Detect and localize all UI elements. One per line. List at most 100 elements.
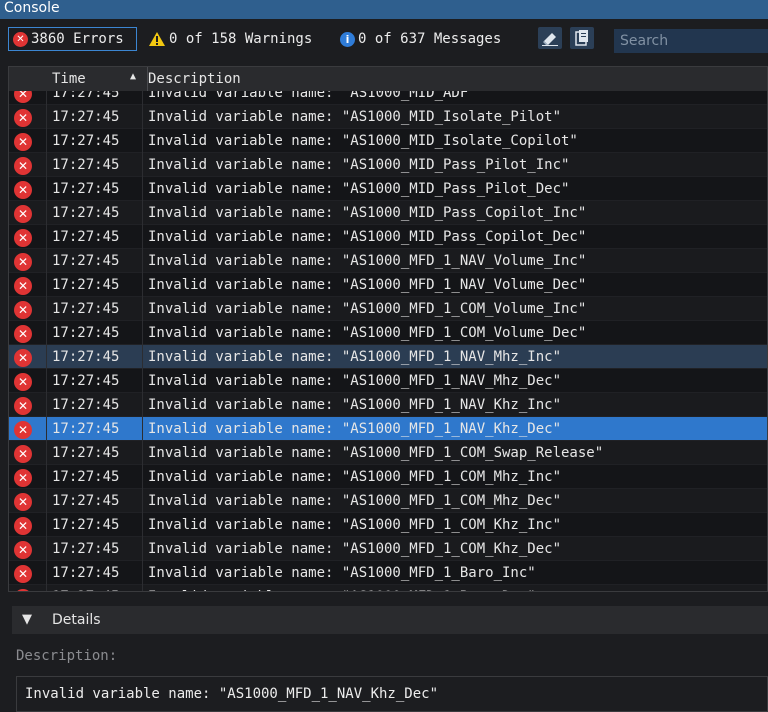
table-row[interactable]: ✕ 17:27:45 Invalid variable name: "AS1000_… [9, 561, 767, 585]
column-divider [142, 417, 143, 441]
row-time: 17:27:45 [52, 301, 120, 317]
table-row[interactable]: ✕ 17:27:45 Invalid variable name: "AS1000_… [9, 129, 767, 153]
column-divider [46, 369, 47, 393]
table-row[interactable]: ✕ 17:27:45 Invalid variable name: "AS1000_… [9, 201, 767, 225]
row-description: Invalid variable name: "AS1000_MID_Isola… [148, 109, 562, 125]
error-icon: ✕ [14, 469, 32, 487]
column-divider [46, 153, 47, 177]
table-row-selected[interactable]: ✕ 17:27:45 Invalid variable name: "AS1000_… [9, 417, 767, 441]
row-description: Invalid variable name: "AS1000_MID_Pass_… [148, 157, 570, 173]
description-value[interactable]: Invalid variable name: "AS1000_MFD_1_NAV… [16, 676, 768, 712]
table-row[interactable]: ✕ 17:27:45 Invalid variable name: "AS1000_… [9, 345, 767, 369]
log-table: ✕ 17:27:45 Invalid variable name: "AS1000_… [8, 66, 768, 592]
error-icon: ✕ [14, 133, 32, 151]
column-divider [142, 537, 143, 561]
table-header: Time ▲ Description [9, 67, 767, 91]
table-row[interactable]: ✕ 17:27:45 Invalid variable name: "AS1000_… [9, 177, 767, 201]
table-row[interactable]: ✕ 17:27:45 Invalid variable name: "AS1000_… [9, 273, 767, 297]
table-row[interactable]: ✕ 17:27:45 Invalid variable name: "AS1000_… [9, 393, 767, 417]
row-description: Invalid variable name: "AS1000_MFD_1_COM… [148, 493, 562, 509]
table-row[interactable]: ✕ 17:27:45 Invalid variable name: "AS1000_… [9, 249, 767, 273]
column-divider [142, 273, 143, 297]
description-label: Description: [16, 648, 118, 664]
table-row[interactable]: ✕ 17:27:45 Invalid variable name: "AS1000_… [9, 369, 767, 393]
row-time: 17:27:45 [52, 205, 120, 221]
column-divider [142, 153, 143, 177]
column-divider [46, 201, 47, 225]
column-divider [142, 369, 143, 393]
row-time: 17:27:45 [52, 445, 120, 461]
row-time: 17:27:45 [52, 373, 120, 389]
row-time: 17:27:45 [52, 253, 120, 269]
table-row[interactable]: ✕ 17:27:45 Invalid variable name: "AS1000_… [9, 441, 767, 465]
table-row[interactable]: ✕ 17:27:45 Invalid variable name: "AS1000_… [9, 153, 767, 177]
row-description: Invalid variable name: "AS1000_MFD_1_COM… [148, 445, 604, 461]
column-divider [142, 585, 143, 591]
toolbar: ✕ 3860 Errors 0 of 158 Warnings i 0 of 6… [0, 19, 768, 66]
table-row[interactable]: ✕ 17:27:45 Invalid variable name: "AS1000_… [9, 585, 767, 591]
row-description: Invalid variable name: "AS1000_MID_Pass_… [148, 205, 587, 221]
description-column-header[interactable]: Description [147, 67, 241, 91]
row-time: 17:27:45 [52, 421, 120, 437]
error-icon: ✕ [13, 31, 28, 47]
column-divider [142, 297, 143, 321]
row-description: Invalid variable name: "AS1000_MFD_1_NAV… [148, 421, 562, 437]
column-divider [142, 489, 143, 513]
row-time: 17:27:45 [52, 585, 119, 591]
row-description: Invalid variable name: "AS1000_MFD_1_NAV… [148, 253, 587, 269]
column-divider [46, 297, 47, 321]
copy-icon [575, 30, 588, 46]
column-divider [46, 465, 47, 489]
errors-filter-button[interactable]: ✕ 3860 Errors [8, 27, 137, 51]
error-icon: ✕ [14, 373, 32, 391]
row-description: Invalid variable name: "AS1000_MFD_1_NAV… [148, 397, 562, 413]
column-divider [46, 249, 47, 273]
error-icon: ✕ [14, 517, 32, 535]
column-divider [46, 537, 47, 561]
column-divider [46, 345, 47, 369]
row-description: Invalid variable name: "AS1000_MFD_1_Bar… [148, 565, 536, 581]
column-divider [46, 441, 47, 465]
column-divider [46, 105, 47, 129]
row-time: 17:27:45 [52, 517, 120, 533]
sort-ascending-icon: ▲ [130, 71, 137, 82]
table-row[interactable]: ✕ 17:27:45 Invalid variable name: "AS1000_… [9, 297, 767, 321]
column-divider [142, 225, 143, 249]
time-column-header[interactable]: Time [52, 67, 86, 91]
row-description: Invalid variable name: "AS1000_MFD_1_COM… [148, 325, 587, 341]
row-description: Invalid variable name: "AS1000_MFD_1_COM… [148, 517, 562, 533]
row-description: Invalid variable name: "AS1000_MID_Isola… [148, 133, 578, 149]
error-icon: ✕ [14, 397, 32, 415]
column-divider [46, 129, 47, 153]
error-icon: ✕ [14, 229, 32, 247]
error-icon: ✕ [14, 565, 32, 583]
table-row[interactable]: ✕ 17:27:45 Invalid variable name: "AS1000_… [9, 465, 767, 489]
search-input[interactable]: Search [614, 29, 768, 53]
table-row[interactable]: ✕ 17:27:45 Invalid variable name: "AS1000_… [9, 513, 767, 537]
column-divider [46, 561, 47, 585]
table-row[interactable]: ✕ 17:27:45 Invalid variable name: "AS1000_… [9, 489, 767, 513]
column-divider [142, 465, 143, 489]
column-divider [142, 177, 143, 201]
row-time: 17:27:45 [52, 109, 120, 125]
error-icon: ✕ [14, 205, 32, 223]
clear-button[interactable] [538, 27, 562, 49]
table-row[interactable]: ✕ 17:27:45 Invalid variable name: "AS1000_… [9, 537, 767, 561]
row-time: 17:27:45 [52, 349, 120, 365]
row-time: 17:27:45 [52, 157, 120, 173]
column-divider [142, 393, 143, 417]
table-row[interactable]: ✕ 17:27:45 Invalid variable name: "AS1000_… [9, 105, 767, 129]
warnings-filter-button[interactable]: 0 of 158 Warnings [148, 27, 312, 51]
table-row[interactable]: ✕ 17:27:45 Invalid variable name: "AS1000_… [9, 225, 767, 249]
details-toggle[interactable]: ▼ Details [12, 606, 768, 634]
caret-down-icon: ▼ [22, 612, 32, 627]
row-description: Invalid variable name: "AS1000_MFD_1_COM… [148, 469, 562, 485]
warning-icon [149, 32, 165, 46]
row-time: 17:27:45 [52, 133, 120, 149]
copy-button[interactable] [570, 27, 594, 49]
row-time: 17:27:45 [52, 397, 120, 413]
table-row[interactable]: ✕ 17:27:45 Invalid variable name: "AS1000_… [9, 321, 767, 345]
error-icon: ✕ [14, 109, 32, 127]
column-divider [46, 225, 47, 249]
messages-filter-button[interactable]: i 0 of 637 Messages [340, 27, 501, 51]
